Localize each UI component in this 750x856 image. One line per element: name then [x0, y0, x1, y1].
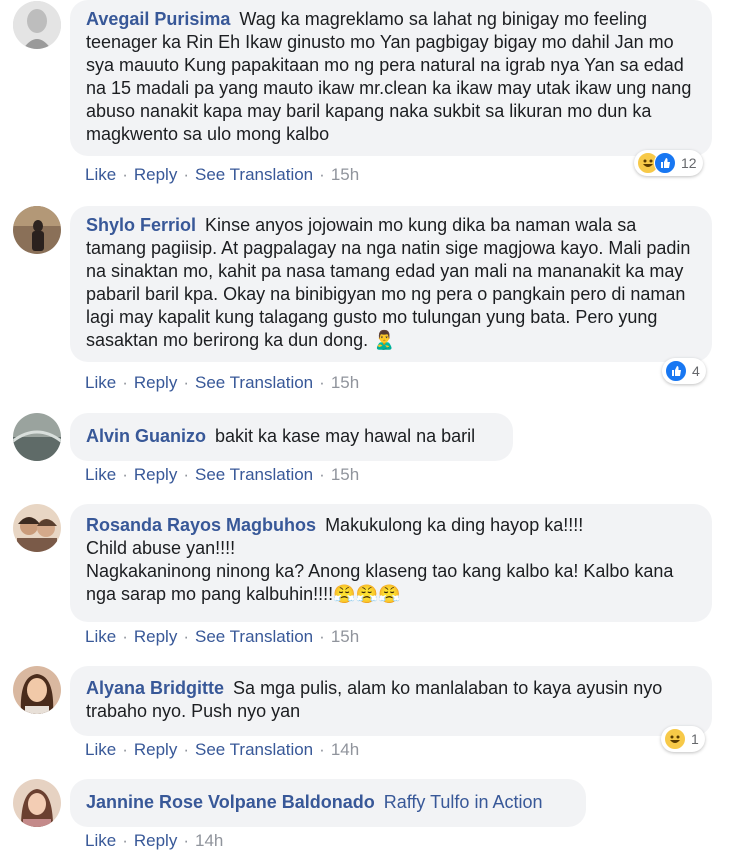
see-translation-link[interactable]: See Translation — [195, 373, 313, 392]
comment-author[interactable]: Alvin Guanizo — [86, 426, 206, 446]
comment-bubble: Rosanda Rayos Magbuhos Makukulong ka din… — [70, 504, 712, 622]
comment-author[interactable]: Jannine Rose Volpane Baldonado — [86, 792, 375, 812]
avatar-photo — [13, 413, 61, 461]
reaction-count: 12 — [681, 155, 697, 171]
comment-bubble: Jannine Rose Volpane Baldonado Raffy Tul… — [70, 779, 586, 827]
reply-link[interactable]: Reply — [134, 627, 177, 646]
timestamp[interactable]: 15h — [331, 165, 359, 184]
timestamp[interactable]: 14h — [195, 831, 223, 850]
comment-actions: Like · Reply · 14h — [85, 831, 224, 850]
emoji: 😤😤😤 — [333, 584, 401, 604]
timestamp[interactable]: 14h — [331, 740, 359, 759]
comment-actions: Like · Reply · See Translation · 15h — [85, 165, 360, 184]
avatar[interactable] — [13, 206, 61, 254]
reply-link[interactable]: Reply — [134, 373, 177, 392]
comment-text: Wag ka magreklamo sa lahat ng binigay mo… — [86, 9, 692, 144]
like-icon — [654, 152, 676, 174]
comment-text-line-1: Makukulong ka ding hayop ka!!!! — [325, 515, 584, 535]
avatar-photo — [13, 779, 61, 827]
like-link[interactable]: Like — [85, 465, 116, 484]
see-translation-link[interactable]: See Translation — [195, 627, 313, 646]
timestamp[interactable]: 15h — [331, 373, 359, 392]
avatar[interactable] — [13, 779, 61, 827]
mention-link[interactable]: Raffy Tulfo in Action — [384, 792, 543, 812]
reply-link[interactable]: Reply — [134, 831, 177, 850]
reaction-summary[interactable]: 4 — [662, 358, 706, 384]
haha-icon — [664, 728, 686, 750]
like-link[interactable]: Like — [85, 831, 116, 850]
avatar[interactable] — [13, 1, 61, 49]
reaction-summary[interactable]: 12 — [634, 150, 703, 176]
comment-bubble: Alvin Guanizo bakit ka kase may hawal na… — [70, 413, 513, 461]
reply-link[interactable]: Reply — [134, 740, 177, 759]
reaction-summary[interactable]: 1 — [661, 726, 705, 752]
comment-actions: Like · Reply · See Translation · 15h — [85, 465, 360, 484]
comment-author[interactable]: Alyana Bridgitte — [86, 678, 224, 698]
comment-author[interactable]: Shylo Ferriol — [86, 215, 196, 235]
reply-link[interactable]: Reply — [134, 165, 177, 184]
emoji: 🙎‍♂️ — [373, 330, 396, 350]
comment-bubble: Shylo Ferriol Kinse anyos jojowain mo ku… — [70, 206, 712, 362]
timestamp[interactable]: 15h — [331, 627, 359, 646]
avatar-photo — [13, 504, 61, 552]
like-link[interactable]: Like — [85, 165, 116, 184]
like-link[interactable]: Like — [85, 740, 116, 759]
avatar[interactable] — [13, 666, 61, 714]
like-link[interactable]: Like — [85, 627, 116, 646]
timestamp[interactable]: 15h — [331, 465, 359, 484]
comment-bubble: Alyana Bridgitte Sa mga pulis, alam ko m… — [70, 666, 712, 736]
reply-link[interactable]: Reply — [134, 465, 177, 484]
comment-bubble: Avegail Purisima Wag ka magreklamo sa la… — [70, 0, 712, 156]
like-icon — [665, 360, 687, 382]
reaction-count: 1 — [691, 731, 699, 747]
avatar-photo — [13, 206, 61, 254]
avatar[interactable] — [13, 413, 61, 461]
avatar-photo — [13, 666, 61, 714]
avatar[interactable] — [13, 504, 61, 552]
comment-author[interactable]: Rosanda Rayos Magbuhos — [86, 515, 316, 535]
avatar-photo — [13, 1, 61, 49]
comment-actions: Like · Reply · See Translation · 15h — [85, 627, 360, 646]
comment-text: bakit ka kase may hawal na baril — [215, 426, 476, 446]
see-translation-link[interactable]: See Translation — [195, 465, 313, 484]
comment-text-line-2: Child abuse yan!!!! — [86, 538, 236, 558]
see-translation-link[interactable]: See Translation — [195, 740, 313, 759]
like-link[interactable]: Like — [85, 373, 116, 392]
comment-actions: Like · Reply · See Translation · 14h — [85, 740, 360, 759]
reaction-count: 4 — [692, 363, 700, 379]
comment-actions: Like · Reply · See Translation · 15h — [85, 373, 360, 392]
comment-author[interactable]: Avegail Purisima — [86, 9, 230, 29]
see-translation-link[interactable]: See Translation — [195, 165, 313, 184]
